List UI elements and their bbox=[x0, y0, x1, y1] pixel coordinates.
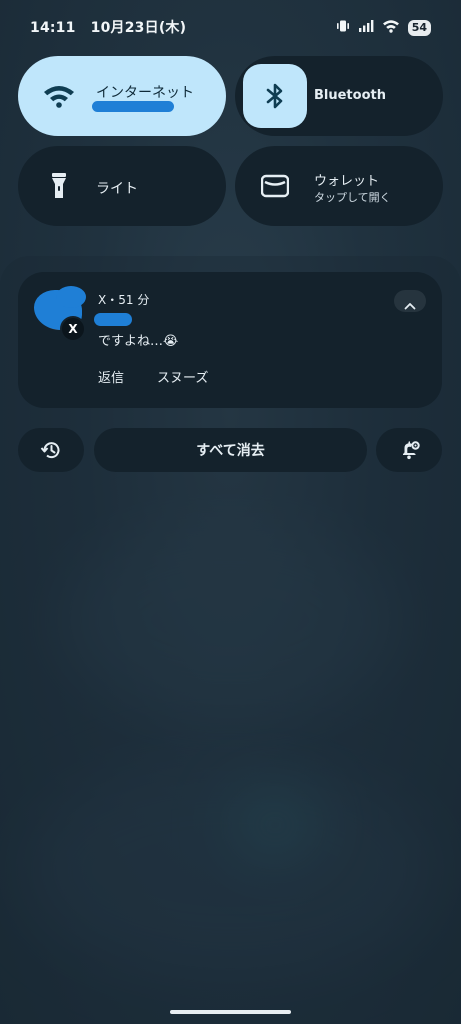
tile-internet-label: インターネット bbox=[96, 85, 194, 101]
chevron-up-icon bbox=[404, 296, 416, 315]
tile-flashlight[interactable]: ライト bbox=[18, 146, 226, 226]
home-indicator[interactable] bbox=[170, 1010, 291, 1014]
bluetooth-icon bbox=[264, 82, 286, 114]
status-clock: 14:11 10月23日(木) bbox=[30, 17, 186, 37]
avatar: X bbox=[34, 286, 86, 342]
tile-flashlight-label: ライト bbox=[96, 181, 138, 197]
status-bar: 14:11 10月23日(木) 54 bbox=[0, 0, 461, 56]
wifi-icon bbox=[42, 84, 76, 112]
reply-button[interactable]: 返信 bbox=[98, 367, 124, 386]
tile-bluetooth-label: Bluetooth bbox=[314, 88, 386, 103]
vibrate-icon bbox=[336, 18, 350, 37]
notification-settings-button[interactable] bbox=[376, 428, 442, 472]
wifi-icon bbox=[382, 18, 400, 37]
battery-icon: 54 bbox=[407, 19, 431, 36]
snooze-button[interactable]: スヌーズ bbox=[157, 367, 208, 386]
redacted-avatar bbox=[56, 286, 86, 308]
notification-card[interactable]: X X・51 分 ですよね…😭 返信 スヌーズ bbox=[18, 272, 442, 408]
tile-wallet[interactable]: ウォレット タップして開く bbox=[235, 146, 443, 226]
wallet-icon bbox=[260, 174, 290, 202]
collapse-button[interactable] bbox=[394, 290, 426, 312]
notification-app-name: X bbox=[98, 293, 107, 307]
status-icons: 54 bbox=[336, 18, 431, 37]
tile-wallet-label: ウォレット bbox=[314, 174, 380, 189]
tile-internet[interactable]: インターネット bbox=[18, 56, 226, 136]
signal-icon bbox=[358, 18, 374, 37]
x-logo-icon: X bbox=[60, 316, 86, 342]
notification-header: X・51 分 bbox=[98, 291, 149, 308]
status-date: 10月23日(木) bbox=[90, 20, 187, 36]
clear-all-button[interactable]: すべて消去 bbox=[94, 428, 367, 472]
redacted-network-name bbox=[92, 101, 174, 112]
tile-wallet-subtitle: タップして開く bbox=[314, 191, 391, 204]
notification-message: ですよね…😭 bbox=[98, 334, 179, 349]
clear-all-label: すべて消去 bbox=[196, 443, 265, 459]
history-icon bbox=[40, 440, 62, 464]
notification-settings-icon bbox=[399, 439, 421, 465]
flashlight-icon bbox=[50, 172, 68, 204]
tile-bluetooth[interactable]: Bluetooth bbox=[235, 56, 443, 136]
bluetooth-icon-container bbox=[243, 64, 307, 128]
redacted-sender-name bbox=[94, 313, 132, 326]
notification-separator: ・ bbox=[106, 293, 119, 307]
history-button[interactable] bbox=[18, 428, 84, 472]
notification-time: 51 分 bbox=[118, 293, 150, 307]
status-time: 14:11 bbox=[30, 20, 76, 36]
